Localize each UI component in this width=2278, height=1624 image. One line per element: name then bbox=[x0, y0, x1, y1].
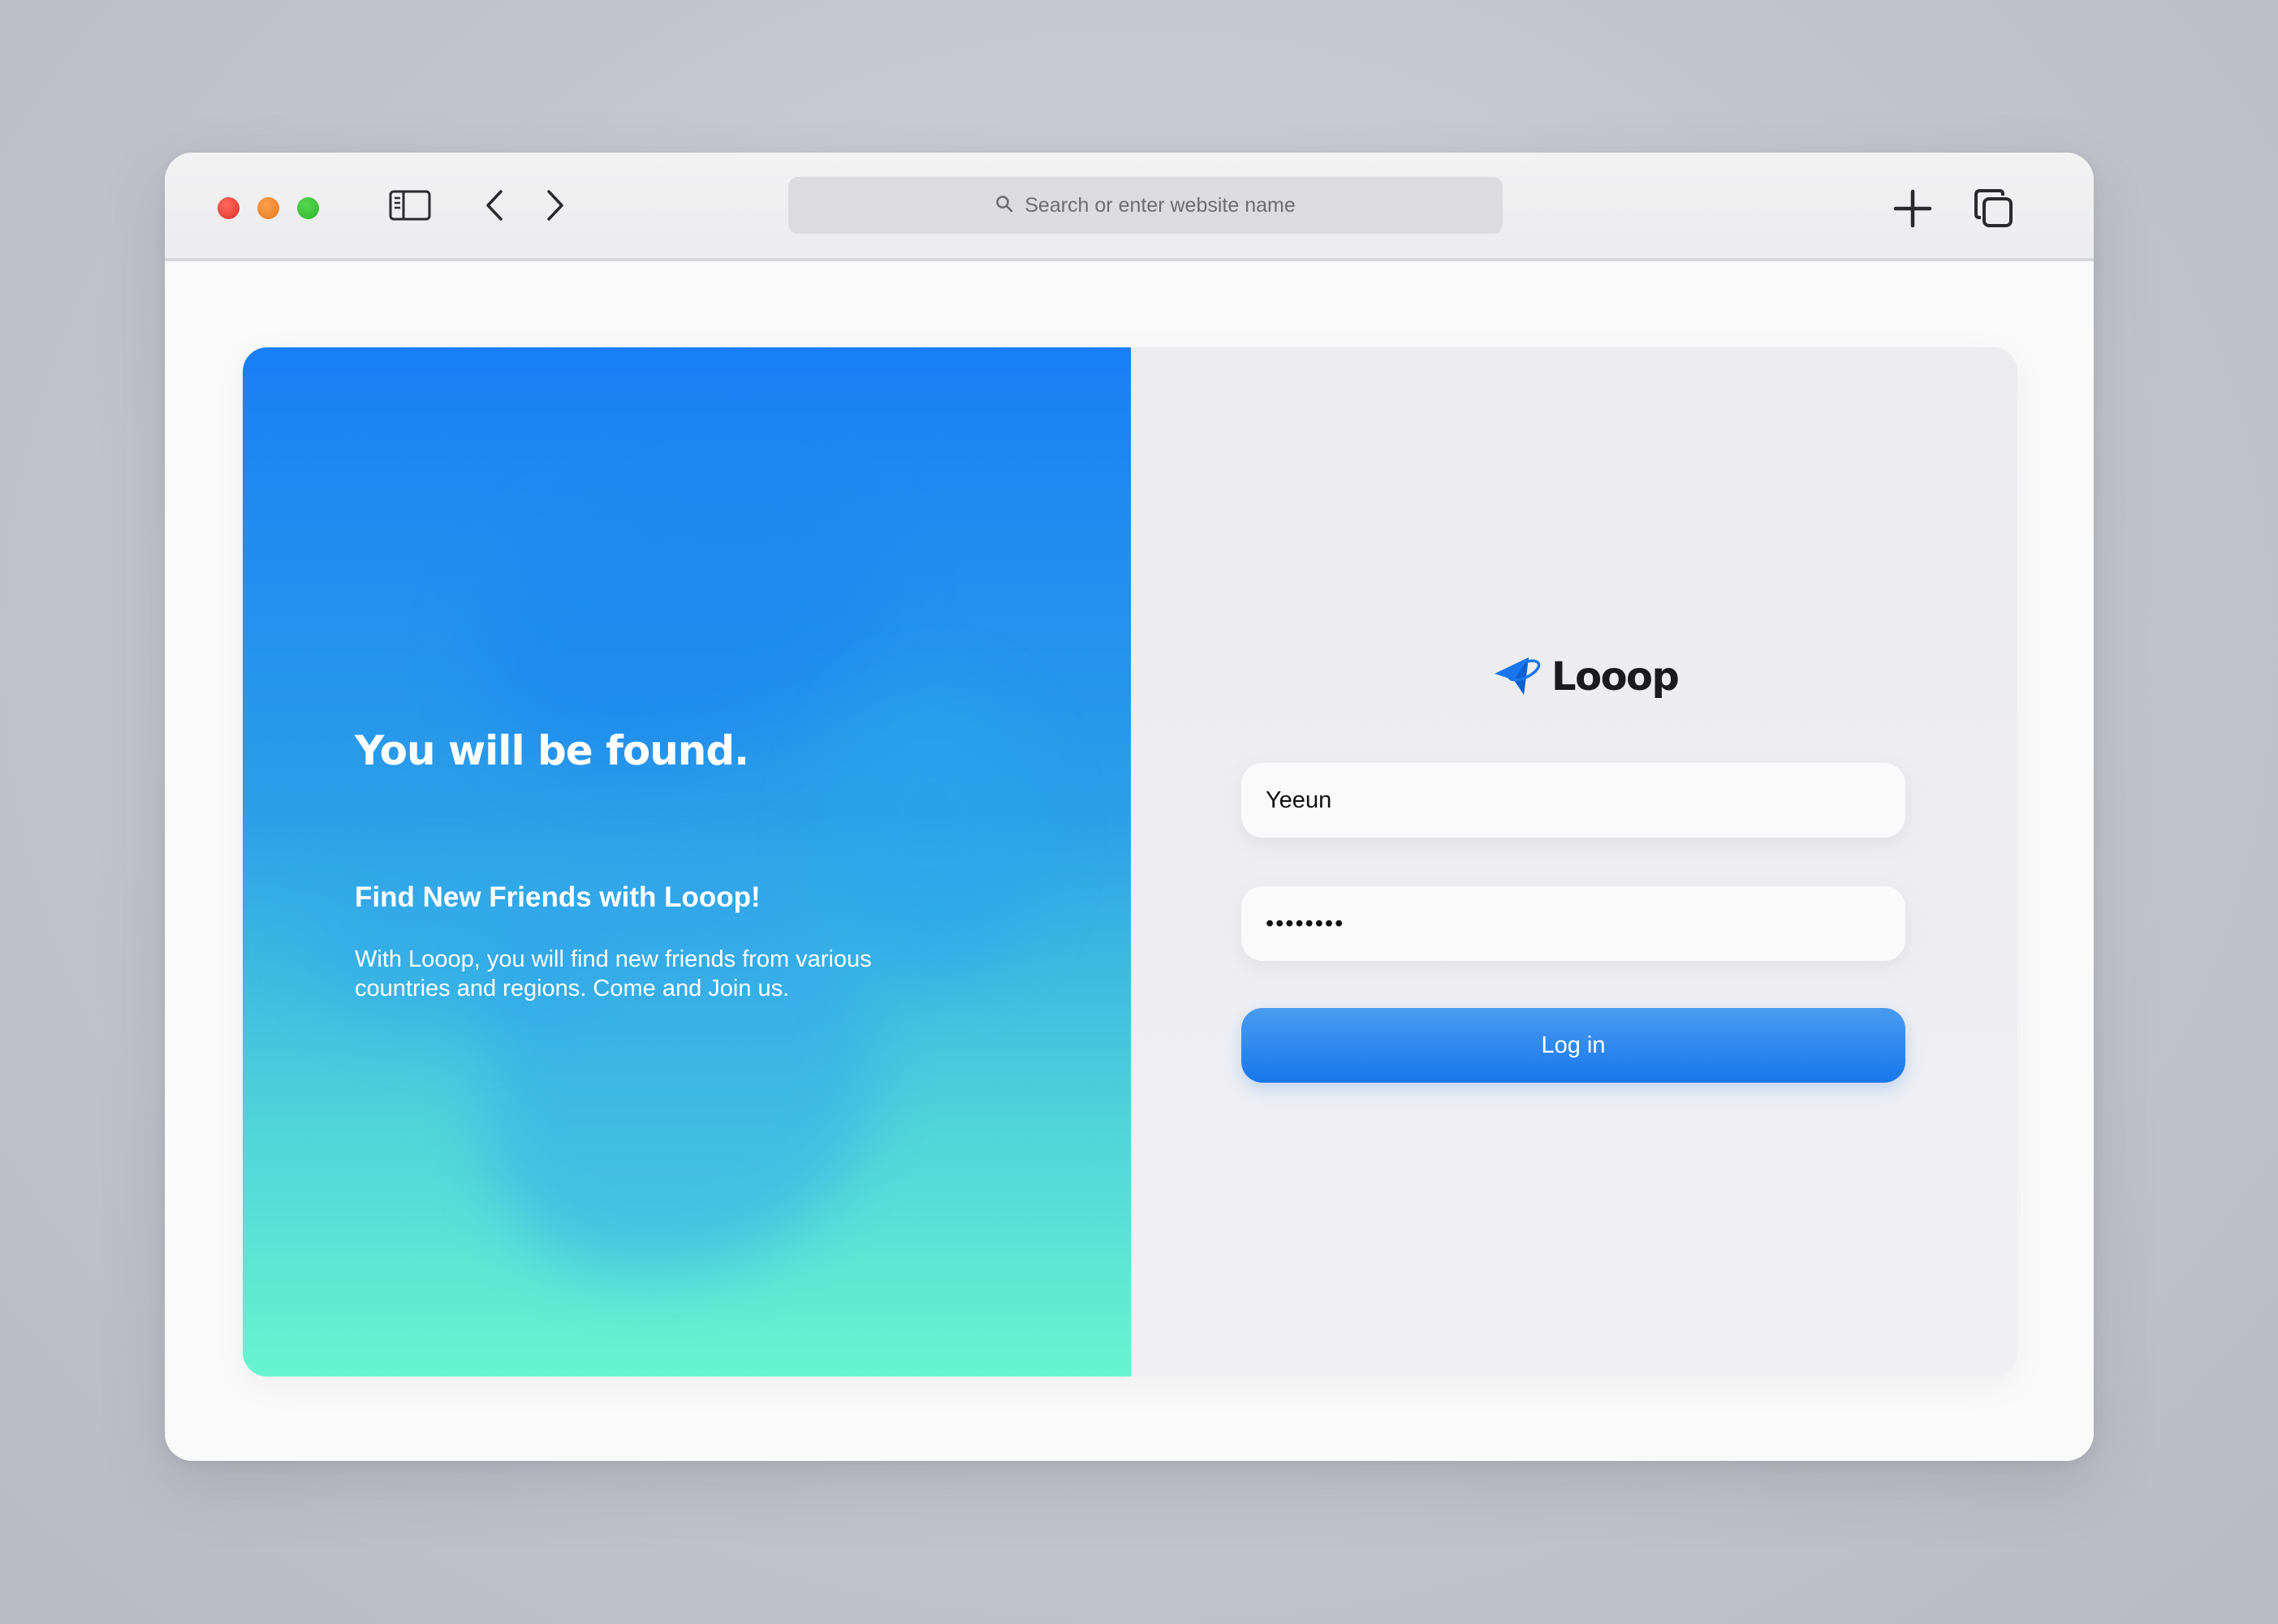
hero-decorative-shape bbox=[827, 688, 1038, 980]
close-window-button[interactable] bbox=[218, 197, 239, 219]
address-bar-placeholder: Search or enter website name bbox=[1025, 193, 1296, 217]
chevron-left-icon[interactable] bbox=[483, 188, 507, 222]
login-button[interactable]: Log in bbox=[1241, 1008, 1905, 1083]
address-bar[interactable]: Search or enter website name bbox=[788, 177, 1503, 234]
login-card: You will be found. Find New Friends with… bbox=[243, 347, 2017, 1376]
login-panel: Looop Log in bbox=[1131, 347, 2017, 1376]
minimize-window-button[interactable] bbox=[257, 197, 279, 219]
zoom-window-button[interactable] bbox=[297, 197, 319, 219]
hero-panel: You will be found. Find New Friends with… bbox=[243, 347, 1131, 1376]
chevron-right-icon[interactable] bbox=[542, 188, 567, 222]
hero-title: You will be found. bbox=[355, 727, 749, 774]
looop-logo-icon bbox=[1491, 649, 1545, 704]
tabs-overview-icon[interactable] bbox=[1974, 188, 2014, 229]
hero-subtitle: Find New Friends with Looop! bbox=[355, 881, 761, 913]
browser-toolbar: Search or enter website name bbox=[165, 153, 2094, 261]
brand-logo: Looop bbox=[1491, 649, 1680, 704]
page-content: You will be found. Find New Friends with… bbox=[165, 261, 2094, 1461]
plus-icon[interactable] bbox=[1892, 188, 1933, 229]
search-icon bbox=[995, 195, 1013, 217]
browser-window: Search or enter website name You will be… bbox=[165, 153, 2094, 1461]
brand-name: Looop bbox=[1551, 653, 1680, 700]
hero-description: With Looop, you will find new friends fr… bbox=[355, 946, 872, 1002]
sidebar-icon[interactable] bbox=[389, 189, 431, 222]
password-input[interactable] bbox=[1241, 886, 1905, 961]
username-input[interactable] bbox=[1241, 763, 1905, 838]
